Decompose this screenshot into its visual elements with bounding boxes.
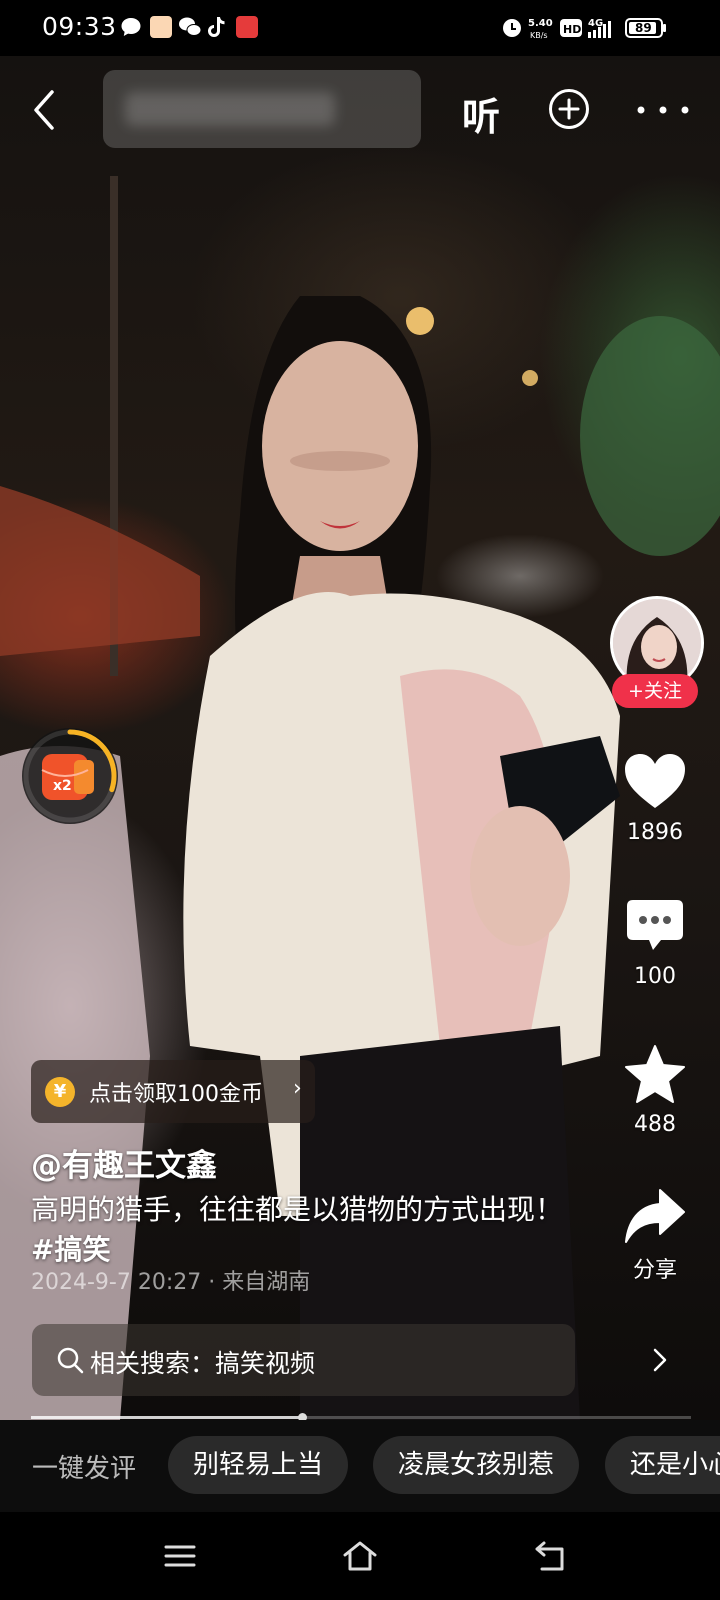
alarm-icon bbox=[503, 19, 521, 37]
network-speed-unit: KB/s bbox=[530, 31, 548, 40]
favorite-button[interactable]: 488 bbox=[615, 1044, 695, 1137]
coin-icon: ¥ bbox=[45, 1077, 75, 1107]
chevron-right-icon[interactable] bbox=[651, 1346, 669, 1374]
related-search-label: 相关搜索：搞笑视频 bbox=[90, 1349, 316, 1378]
comment-button[interactable]: 100 bbox=[615, 898, 695, 989]
reward-label: 点击领取100金币 bbox=[89, 1082, 263, 1107]
author-handle[interactable]: @有趣王文鑫 bbox=[31, 1140, 217, 1185]
share-label: 分享 bbox=[632, 1258, 677, 1283]
search-box[interactable] bbox=[103, 70, 421, 148]
status-time: 09:33 bbox=[42, 12, 117, 41]
more-button[interactable] bbox=[636, 102, 690, 118]
home-icon[interactable] bbox=[342, 1538, 378, 1574]
search-icon bbox=[57, 1347, 84, 1374]
coin-reward-widget[interactable]: x2 bbox=[20, 726, 120, 826]
like-button[interactable]: 1896 bbox=[615, 752, 695, 845]
back-button[interactable] bbox=[26, 88, 66, 132]
system-nav-bar bbox=[0, 1512, 720, 1600]
listen-button[interactable]: 听 bbox=[462, 86, 500, 141]
related-search-bar[interactable]: 相关搜索：搞笑视频 bbox=[32, 1324, 575, 1396]
plus-circle-icon bbox=[549, 89, 589, 129]
back-icon bbox=[34, 90, 54, 130]
reward-chip[interactable]: ¥ 点击领取100金币 › bbox=[31, 1060, 315, 1123]
star-icon bbox=[625, 1045, 685, 1103]
add-button[interactable] bbox=[547, 87, 591, 131]
share-button[interactable]: 分享 bbox=[615, 1188, 695, 1284]
caption-hashtag[interactable]: #搞笑 bbox=[31, 1233, 110, 1266]
follow-button[interactable]: +关注 bbox=[612, 674, 698, 708]
battery-level: 89 bbox=[635, 21, 652, 35]
app-icon bbox=[150, 16, 172, 38]
heart-icon bbox=[625, 754, 685, 808]
comment-count: 100 bbox=[634, 964, 676, 989]
playback-progress[interactable] bbox=[31, 1413, 691, 1422]
app-icon bbox=[236, 16, 258, 38]
network-speed: 5.40 bbox=[528, 18, 553, 29]
comment-icon bbox=[627, 900, 683, 950]
hd-badge: HD bbox=[563, 23, 581, 36]
status-bar: 09:33 5.40 KB/s HD 4G 89 bbox=[0, 0, 720, 56]
like-count: 1896 bbox=[627, 820, 683, 845]
post-meta: 2024-9-7 20:27 · 来自湖南 bbox=[31, 1270, 311, 1295]
tiktok-icon bbox=[208, 17, 225, 37]
screen: 09:33 5.40 KB/s HD 4G 89 听 +关注 1896 100 … bbox=[0, 0, 720, 1600]
share-icon bbox=[625, 1189, 685, 1243]
menu-icon[interactable] bbox=[162, 1538, 198, 1574]
search-blur bbox=[125, 92, 335, 126]
wechat-icon bbox=[179, 17, 202, 36]
back-nav-icon[interactable] bbox=[532, 1538, 568, 1574]
more-icon bbox=[637, 106, 689, 114]
status-indicators: 5.40 KB/s HD 4G 89 bbox=[503, 18, 666, 40]
caption-text: 高明的猎手，往往都是以猎物的方式出现！ bbox=[31, 1193, 564, 1226]
quick-comment-chip[interactable]: 别轻易上当 bbox=[168, 1436, 349, 1494]
message-icon bbox=[121, 18, 141, 36]
playback-progress-fill bbox=[31, 1416, 302, 1419]
video-caption: 高明的猎手，往往都是以猎物的方式出现！ #搞笑 bbox=[31, 1190, 591, 1270]
coin-multiplier: x2 bbox=[53, 778, 72, 794]
favorite-count: 488 bbox=[634, 1112, 676, 1137]
quick-comment-bar: 一键发评 别轻易上当 凌晨女孩别惹 还是小心 bbox=[0, 1420, 720, 1512]
quick-comment-label: 一键发评 bbox=[32, 1454, 137, 1484]
quick-comment-chip[interactable]: 还是小心 bbox=[605, 1436, 720, 1494]
chevron-right-icon: › bbox=[293, 1076, 302, 1101]
quick-comment-chip[interactable]: 凌晨女孩别惹 bbox=[373, 1436, 580, 1494]
